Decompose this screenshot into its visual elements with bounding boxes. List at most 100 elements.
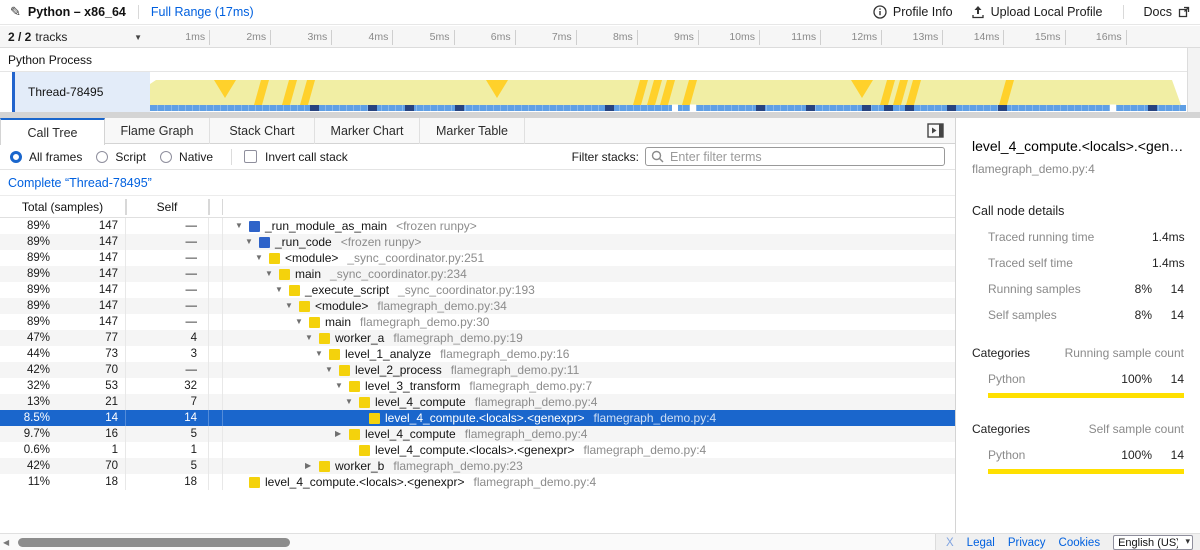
call-tree-row[interactable]: 8.5%1414level_4_compute.<locals>.<genexp… xyxy=(0,410,955,426)
thread-track-row: Thread-78495 xyxy=(0,72,1200,112)
breadcrumb-complete-thread[interactable]: Complete “Thread-78495” xyxy=(8,176,152,190)
twisty-down-icon[interactable]: ▼ xyxy=(345,394,359,410)
twisty-down-icon[interactable]: ▼ xyxy=(295,314,309,330)
open-sidebar-button[interactable] xyxy=(927,123,945,139)
tab-marker-table[interactable]: Marker Table xyxy=(420,118,525,144)
call-tree-row[interactable]: 47%774▼worker_aflamegraph_demo.py:19 xyxy=(0,330,955,346)
file-location: flamegraph_demo.py:19 xyxy=(393,330,522,346)
categories-header: CategoriesSelf sample count xyxy=(972,422,1184,436)
twisty-right-icon[interactable]: ▶ xyxy=(305,458,319,474)
footer-link-cookies[interactable]: Cookies xyxy=(1059,537,1101,549)
call-tree-row[interactable]: 42%705▶worker_bflamegraph_demo.py:23 xyxy=(0,458,955,474)
column-header-total[interactable]: Total (samples) xyxy=(0,200,125,214)
total-samples: 147 xyxy=(50,266,125,282)
call-tree-row[interactable]: 32%5332▼level_3_transformflamegraph_demo… xyxy=(0,378,955,394)
function-name: _run_code xyxy=(275,234,332,250)
twisty-down-icon[interactable]: ▼ xyxy=(265,266,279,282)
categories-count-label: Running sample count xyxy=(1065,346,1184,360)
self-samples: 5 xyxy=(125,458,208,474)
row-spacer xyxy=(208,442,222,458)
call-tree-row[interactable]: 89%147—▼main_sync_coordinator.py:234 xyxy=(0,266,955,282)
language-select[interactable]: English (US) xyxy=(1113,535,1193,550)
twisty-down-icon[interactable]: ▼ xyxy=(245,234,259,250)
profile-title: Python – x86_64 xyxy=(28,5,126,19)
full-range-link[interactable]: Full Range (17ms) xyxy=(151,5,254,19)
total-percent: 0.6% xyxy=(0,442,50,458)
radio-all-frames[interactable]: All frames xyxy=(10,150,82,164)
call-tree-row[interactable]: 42%70—▼level_2_processflamegraph_demo.py… xyxy=(0,362,955,378)
ruler-tick: 8ms xyxy=(592,30,638,45)
function-name: worker_b xyxy=(335,458,384,474)
category-breakdown: CategoriesRunning sample count Python100%… xyxy=(972,346,1184,474)
detail-label: Running samples xyxy=(988,282,1107,296)
divider xyxy=(1123,5,1124,19)
thread-track-header[interactable]: Thread-78495 xyxy=(15,72,150,112)
category-yellow-icon xyxy=(359,397,370,408)
total-samples: 147 xyxy=(50,234,125,250)
twisty-down-icon[interactable]: ▼ xyxy=(335,378,349,394)
call-node-details: Traced running time1.4msTraced self time… xyxy=(972,230,1184,322)
footer-link-privacy[interactable]: Privacy xyxy=(1008,537,1046,549)
detail-value: 1.4ms xyxy=(1152,230,1184,244)
panel-tabbar: Call TreeFlame GraphStack ChartMarker Ch… xyxy=(0,118,955,144)
row-spacer xyxy=(208,298,222,314)
scroll-left-arrow[interactable]: ◀ xyxy=(3,538,9,547)
total-samples: 18 xyxy=(50,474,125,490)
radio-native[interactable]: Native xyxy=(160,150,213,164)
sidebar-node-title: level_4_compute.<locals>.<genexpr> xyxy=(972,138,1184,154)
filter-stacks-label: Filter stacks: xyxy=(572,150,639,164)
invert-call-stack-checkbox[interactable] xyxy=(244,150,257,163)
profile-info-button[interactable]: Profile Info xyxy=(873,5,953,19)
row-spacer xyxy=(208,426,222,442)
self-samples: 4 xyxy=(125,330,208,346)
footer-link-legal[interactable]: Legal xyxy=(967,537,995,549)
radio-icon xyxy=(96,151,108,163)
radio-label: Native xyxy=(179,150,213,164)
process-track-row[interactable]: Python Process xyxy=(0,48,1200,72)
twisty-down-icon[interactable]: ▼ xyxy=(275,282,289,298)
twisty-down-icon[interactable]: ▼ xyxy=(305,330,319,346)
main-panel: Call TreeFlame GraphStack ChartMarker Ch… xyxy=(0,118,1200,533)
function-name: _execute_script xyxy=(305,282,389,298)
call-tree-row[interactable]: 89%147—▼<module>flamegraph_demo.py:34 xyxy=(0,298,955,314)
twisty-down-icon[interactable]: ▼ xyxy=(285,298,299,314)
tracks-dropdown[interactable]: 2 / 2 tracks ▼ xyxy=(0,26,150,48)
call-tree-row[interactable]: 89%147—▼<module>_sync_coordinator.py:251 xyxy=(0,250,955,266)
thread-activity-graph[interactable] xyxy=(150,72,1187,112)
call-tree-row[interactable]: 11%1818level_4_compute.<locals>.<genexpr… xyxy=(0,474,955,490)
call-tree-row[interactable]: 89%147—▼mainflamegraph_demo.py:30 xyxy=(0,314,955,330)
footer-link-x[interactable]: X xyxy=(946,537,954,549)
horizontal-scrollbar-thumb[interactable] xyxy=(18,538,290,547)
category-value: 14 xyxy=(1152,448,1184,462)
docs-link[interactable]: Docs xyxy=(1144,5,1190,19)
call-tree-row[interactable]: 89%147—▼_execute_script_sync_coordinator… xyxy=(0,282,955,298)
tab-flame-graph[interactable]: Flame Graph xyxy=(105,118,210,144)
twisty-down-icon[interactable]: ▼ xyxy=(325,362,339,378)
tab-stack-chart[interactable]: Stack Chart xyxy=(210,118,315,144)
category-blue-icon xyxy=(259,237,270,248)
category-yellow-icon xyxy=(269,253,280,264)
ruler-tick: 6ms xyxy=(470,30,516,45)
call-tree-row[interactable]: 89%147—▼_run_module_as_main<frozen runpy… xyxy=(0,218,955,234)
call-tree-row[interactable]: 13%217▼level_4_computeflamegraph_demo.py… xyxy=(0,394,955,410)
tab-call-tree[interactable]: Call Tree xyxy=(0,118,105,145)
upload-local-profile-button[interactable]: Upload Local Profile xyxy=(971,5,1103,19)
filter-stacks-input[interactable] xyxy=(645,147,945,166)
call-tree-row[interactable]: 9.7%165▶level_4_computeflamegraph_demo.p… xyxy=(0,426,955,442)
twisty-down-icon[interactable]: ▼ xyxy=(255,250,269,266)
call-tree-row[interactable]: 44%733▼level_1_analyzeflamegraph_demo.py… xyxy=(0,346,955,362)
twisty-right-icon[interactable]: ▶ xyxy=(335,426,349,442)
twisty-down-icon[interactable]: ▼ xyxy=(315,346,329,362)
call-tree-row[interactable]: 0.6%11level_4_compute.<locals>.<genexpr>… xyxy=(0,442,955,458)
function-name: main xyxy=(325,314,351,330)
radio-script[interactable]: Script xyxy=(96,150,146,164)
categories-header: CategoriesRunning sample count xyxy=(972,346,1184,360)
edit-profile-name-icon[interactable]: ✎ xyxy=(10,4,21,20)
column-header-self[interactable]: Self xyxy=(125,199,208,215)
twisty-down-icon[interactable]: ▼ xyxy=(235,218,249,234)
call-tree-row[interactable]: 89%147—▼_run_code<frozen runpy> xyxy=(0,234,955,250)
row-spacer xyxy=(208,218,222,234)
category-row: Python100%14 xyxy=(972,448,1184,462)
column-header-icon xyxy=(208,199,222,215)
tab-marker-chart[interactable]: Marker Chart xyxy=(315,118,420,144)
